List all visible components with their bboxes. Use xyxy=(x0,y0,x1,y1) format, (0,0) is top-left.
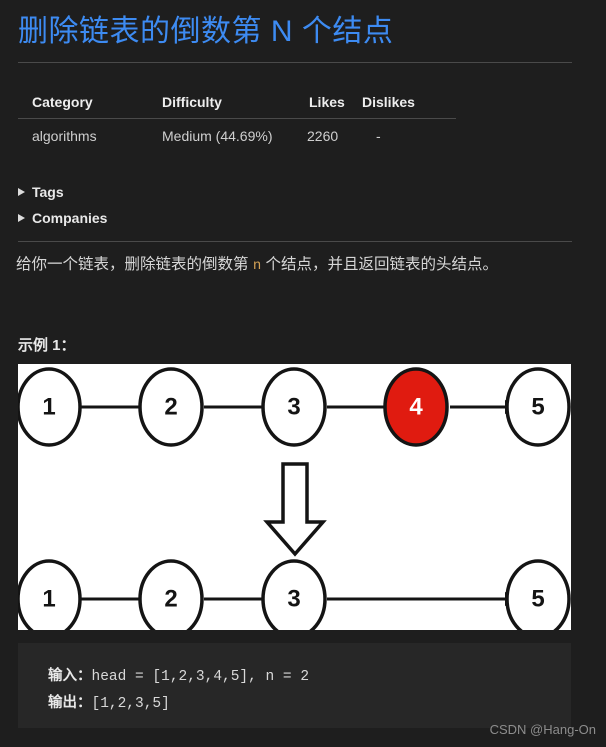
leetcode-problem-page: 删除链表的倒数第 N 个结点 Category Difficulty Likes… xyxy=(0,0,606,747)
table-header-row: Category Difficulty Likes Dislikes xyxy=(18,90,456,119)
triangle-right-icon xyxy=(18,188,25,196)
title-divider xyxy=(18,62,572,63)
code-line-output-label: 输出： xyxy=(48,695,92,711)
code-line-input-value: head = [1,2,3,4,5], n = 2 xyxy=(91,669,310,685)
description-text-after: 个结点，并且返回链表的头结点。 xyxy=(261,256,499,273)
cell-difficulty: Medium (44.69%) xyxy=(162,118,307,150)
collapsible-companies[interactable]: Companies xyxy=(18,210,107,226)
inline-code-n: n xyxy=(252,258,262,274)
column-header-category: Category xyxy=(32,94,93,110)
linked-list-svg: 1 2 3 4 5 1 2 3 5 xyxy=(18,367,571,630)
description-divider xyxy=(18,241,572,242)
collapsible-tags-label: Tags xyxy=(32,184,64,200)
node-top-label-5: 5 xyxy=(531,394,544,421)
diagram-bottom-row: 1 2 3 5 xyxy=(18,559,571,630)
column-header-likes: Likes xyxy=(309,94,345,110)
code-line-input: 输入：head = [1,2,3,4,5], n = 2 xyxy=(48,664,309,685)
node-top-label-4: 4 xyxy=(409,394,423,421)
diagram-top-row: 1 2 3 4 5 xyxy=(18,367,571,447)
node-bottom-label-3: 3 xyxy=(287,586,300,613)
problem-meta-table: Category Difficulty Likes Dislikes algor… xyxy=(18,90,456,150)
description-text-before: 给你一个链表，删除链表的倒数第 xyxy=(16,256,253,273)
node-top-label-3: 3 xyxy=(287,394,300,421)
collapsible-tags[interactable]: Tags xyxy=(18,184,64,200)
node-bottom-label-5: 5 xyxy=(531,586,544,613)
column-header-difficulty: Difficulty xyxy=(162,94,222,110)
cell-category: algorithms xyxy=(18,118,162,150)
code-line-output: 输出：[1,2,3,5] xyxy=(48,691,170,712)
problem-description: 给你一个链表，删除链表的倒数第 n 个结点，并且返回链表的头结点。 xyxy=(16,253,591,278)
code-line-output-value: [1,2,3,5] xyxy=(91,696,170,712)
node-top-label-1: 1 xyxy=(42,394,55,421)
cell-dislikes: - xyxy=(354,118,456,150)
watermark: CSDN @Hang-On xyxy=(489,722,596,737)
example-code-block: 输入：head = [1,2,3,4,5], n = 2 输出：[1,2,3,5… xyxy=(18,643,571,728)
triangle-right-icon xyxy=(18,214,25,222)
code-line-input-label: 输入： xyxy=(48,668,92,684)
cell-likes: 2260 xyxy=(307,118,354,150)
linked-list-diagram: 1 2 3 4 5 1 2 3 5 xyxy=(18,364,571,630)
collapsible-companies-label: Companies xyxy=(32,210,108,226)
node-bottom-label-2: 2 xyxy=(164,586,177,613)
down-block-arrow-icon xyxy=(263,462,327,557)
table-row: algorithms Medium (44.69%) 2260 - xyxy=(18,118,456,150)
page-title: 删除链表的倒数第 N 个结点 xyxy=(18,15,394,48)
node-top-label-2: 2 xyxy=(164,394,177,421)
column-header-dislikes: Dislikes xyxy=(362,94,415,110)
example-heading: 示例 1： xyxy=(18,337,76,354)
node-bottom-label-1: 1 xyxy=(42,586,55,613)
